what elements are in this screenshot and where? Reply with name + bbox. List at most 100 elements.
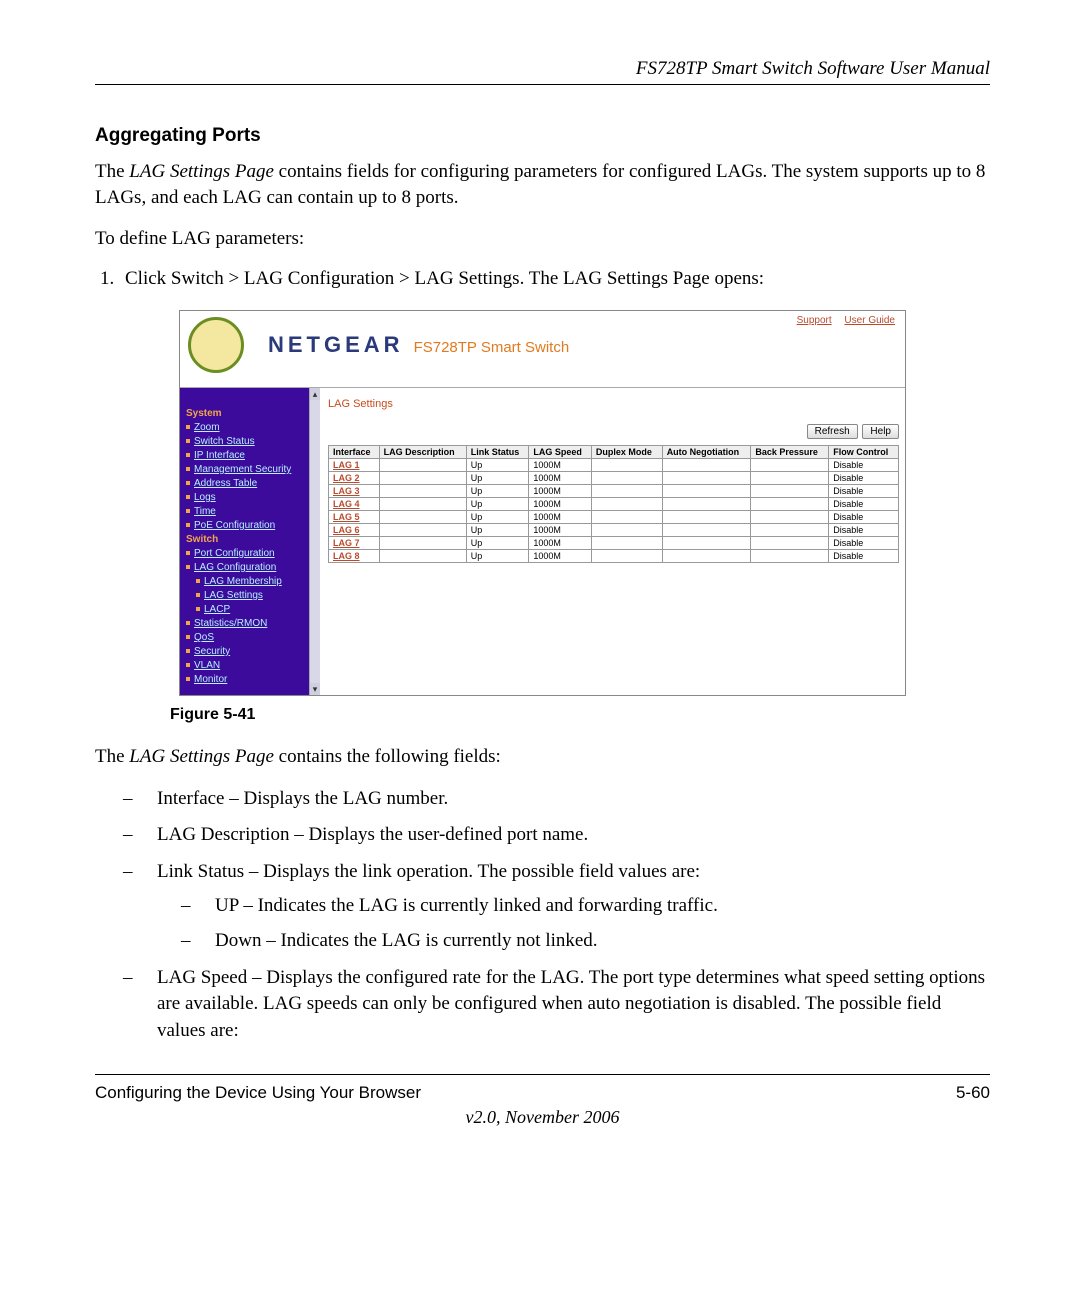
cell-lag-desc	[379, 458, 466, 471]
lag-link[interactable]: LAG 5	[333, 512, 360, 522]
panel-title: LAG Settings	[328, 398, 899, 410]
sidebar-item-port-config[interactable]: Port Configuration	[194, 547, 275, 560]
table-row: LAG 8Up1000MDisable	[329, 549, 899, 562]
product-name: FS728TP Smart Switch	[414, 339, 570, 356]
table-row: LAG 6Up1000MDisable	[329, 523, 899, 536]
cell-interface: LAG 1	[329, 458, 380, 471]
footer-rule	[95, 1074, 990, 1075]
cell-back-pressure	[751, 484, 829, 497]
scroll-up-icon[interactable]: ▴	[310, 388, 320, 400]
text: Click	[125, 268, 171, 289]
col-link-status: Link Status	[466, 445, 529, 458]
cell-interface: LAG 4	[329, 497, 380, 510]
cell-back-pressure	[751, 549, 829, 562]
field-interface: Interface – Displays the LAG number.	[123, 786, 990, 813]
footer-left: Configuring the Device Using Your Browse…	[95, 1083, 421, 1103]
to-define-line: To define LAG parameters:	[95, 226, 990, 252]
sidebar-item-poe-config[interactable]: PoE Configuration	[194, 519, 275, 532]
lag-link[interactable]: LAG 8	[333, 551, 360, 561]
field-desc: – Displays the link operation. The possi…	[244, 861, 700, 882]
cell-lag-speed: 1000M	[529, 549, 592, 562]
cell-link-status: Up	[466, 523, 529, 536]
text: opens:	[710, 268, 764, 289]
col-duplex: Duplex Mode	[591, 445, 662, 458]
cell-interface: LAG 5	[329, 510, 380, 523]
doc-header: FS728TP Smart Switch Software User Manua…	[95, 58, 990, 80]
cell-lag-speed: 1000M	[529, 536, 592, 549]
table-row: LAG 3Up1000MDisable	[329, 484, 899, 497]
sidebar-item-logs[interactable]: Logs	[194, 491, 216, 504]
sidebar-sub-lag-settings[interactable]: LAG Settings	[204, 589, 263, 602]
intro-paragraph: The LAG Settings Page contains fields fo…	[95, 159, 990, 210]
cell-duplex	[591, 536, 662, 549]
cell-lag-speed: 1000M	[529, 497, 592, 510]
header-links: Support User Guide	[787, 315, 895, 326]
text: contains the following fields:	[274, 746, 501, 767]
cell-duplex	[591, 484, 662, 497]
support-link[interactable]: Support	[797, 315, 832, 326]
cell-lag-desc	[379, 536, 466, 549]
nav-path: Switch > LAG Configuration > LAG Setting…	[171, 268, 520, 289]
section-heading: Aggregating Ports	[95, 125, 990, 147]
lag-link[interactable]: LAG 6	[333, 525, 360, 535]
refresh-button[interactable]: Refresh	[807, 424, 858, 439]
cell-back-pressure	[751, 497, 829, 510]
sidebar-item-zoom[interactable]: Zoom	[194, 421, 220, 434]
value-desc: – Indicates the LAG is currently not lin…	[261, 930, 597, 951]
cell-lag-speed: 1000M	[529, 458, 592, 471]
value-label: Down	[215, 930, 261, 951]
cell-back-pressure	[751, 536, 829, 549]
cell-lag-desc	[379, 549, 466, 562]
sidebar-item-monitor[interactable]: Monitor	[194, 673, 227, 686]
sidebar-item-stats-rmon[interactable]: Statistics/RMON	[194, 617, 267, 630]
sidebar-item-mgmt-security[interactable]: Management Security	[194, 463, 291, 476]
netgear-logo-icon	[188, 317, 244, 373]
sidebar-section-switch: Switch	[186, 534, 316, 545]
sidebar-item-qos[interactable]: QoS	[194, 631, 214, 644]
cell-auto-neg	[662, 510, 751, 523]
sidebar-item-switch-status[interactable]: Switch Status	[194, 435, 255, 448]
scroll-down-icon[interactable]: ▾	[310, 683, 320, 695]
sidebar-item-time[interactable]: Time	[194, 505, 216, 518]
page-name: LAG Settings Page	[563, 268, 710, 289]
cell-lag-desc	[379, 484, 466, 497]
cell-auto-neg	[662, 471, 751, 484]
footer-version: v2.0, November 2006	[95, 1107, 990, 1128]
user-guide-link[interactable]: User Guide	[844, 315, 895, 326]
lag-link[interactable]: LAG 4	[333, 499, 360, 509]
cell-auto-neg	[662, 549, 751, 562]
cell-auto-neg	[662, 497, 751, 510]
value-label: UP	[215, 895, 239, 916]
lag-link[interactable]: LAG 2	[333, 473, 360, 483]
main-panel: LAG Settings Refresh Help Interface LAG …	[320, 388, 905, 695]
cell-interface: LAG 8	[329, 549, 380, 562]
sidebar-sub-lag-membership[interactable]: LAG Membership	[204, 575, 282, 588]
field-definitions: Interface – Displays the LAG number. LAG…	[95, 786, 990, 1045]
lag-link[interactable]: LAG 7	[333, 538, 360, 548]
lag-link[interactable]: LAG 3	[333, 486, 360, 496]
lag-link[interactable]: LAG 1	[333, 460, 360, 470]
text: The	[95, 161, 129, 182]
sidebar-item-address-table[interactable]: Address Table	[194, 477, 257, 490]
cell-duplex	[591, 497, 662, 510]
cell-flow-control: Disable	[829, 510, 899, 523]
sidebar-sub-lacp[interactable]: LACP	[204, 603, 230, 616]
cell-auto-neg	[662, 458, 751, 471]
page-name: LAG Settings Page	[129, 161, 274, 182]
sidebar-item-ip-interface[interactable]: IP Interface	[194, 449, 245, 462]
lag-table: Interface LAG Description Link Status LA…	[328, 445, 899, 563]
cell-back-pressure	[751, 510, 829, 523]
sidebar-scrollbar[interactable]: ▴ ▾	[309, 388, 320, 695]
brand-block: NETGEAR FS728TP Smart Switch	[268, 332, 569, 358]
col-flow-control: Flow Control	[829, 445, 899, 458]
step-1: Click Switch > LAG Configuration > LAG S…	[119, 268, 990, 290]
help-button[interactable]: Help	[862, 424, 899, 439]
cell-lag-desc	[379, 497, 466, 510]
sidebar-item-security[interactable]: Security	[194, 645, 230, 658]
sidebar-item-vlan[interactable]: VLAN	[194, 659, 220, 672]
field-label: LAG Speed	[157, 967, 247, 988]
sidebar-item-lag-config[interactable]: LAG Configuration	[194, 561, 276, 574]
field-label: Link Status	[157, 861, 244, 882]
cell-flow-control: Disable	[829, 523, 899, 536]
nav-sidebar: System Zoom Switch Status IP Interface M…	[180, 388, 320, 695]
